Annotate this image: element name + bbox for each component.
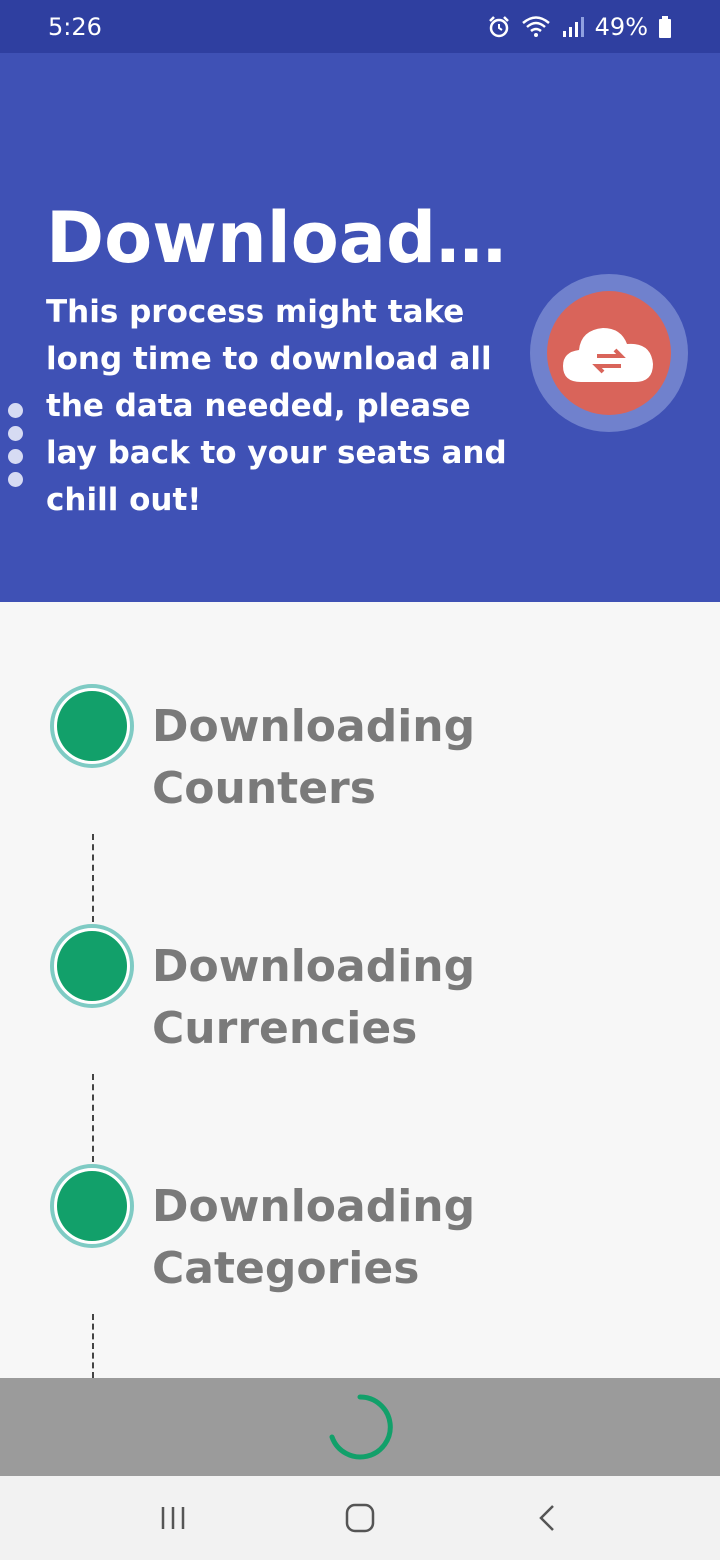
progress-spinner-icon (329, 1394, 393, 1460)
step-categories: Downloading Categories (50, 1164, 670, 1304)
step-status-icon (50, 924, 134, 1008)
wifi-icon (521, 15, 550, 37)
more-options-icon[interactable] (8, 403, 23, 487)
status-icons: 49% (487, 13, 672, 41)
recent-apps-button[interactable] (143, 1488, 203, 1548)
header-panel: Downloading... This process might take l… (0, 53, 720, 602)
home-icon (345, 1503, 375, 1533)
status-bar: 5:26 49% (0, 0, 720, 53)
loading-bar (0, 1378, 720, 1476)
page-subtitle: This process might take long time to dow… (46, 294, 507, 518)
back-icon (538, 1505, 554, 1531)
step-label: Downloading Categories (152, 1181, 476, 1294)
battery-icon (659, 15, 671, 38)
step-label: Downloading Counters (152, 701, 476, 814)
step-connector (92, 1074, 94, 1162)
home-button[interactable] (330, 1488, 390, 1548)
step-counters: Downloading Counters (50, 684, 670, 824)
status-time: 5:26 (48, 12, 102, 41)
recent-apps-icon (162, 1507, 185, 1529)
system-nav-bar (0, 1476, 720, 1560)
step-currencies: Downloading Currencies (50, 924, 670, 1064)
alarm-icon (488, 15, 509, 37)
step-status-icon (50, 684, 134, 768)
step-status-icon (50, 1164, 134, 1248)
step-connector (92, 834, 94, 922)
battery-percent: 49% (594, 12, 648, 41)
download-steps: Downloading Counters Downloading Currenc… (0, 602, 720, 1378)
step-connector (92, 1314, 94, 1378)
cloud-sync-badge (530, 274, 688, 432)
step-label: Downloading Currencies (152, 941, 476, 1054)
signal-icon (562, 16, 584, 37)
cloud-sync-icon (563, 328, 653, 382)
page-title: Downloading... (46, 197, 516, 279)
back-button[interactable] (517, 1488, 577, 1548)
